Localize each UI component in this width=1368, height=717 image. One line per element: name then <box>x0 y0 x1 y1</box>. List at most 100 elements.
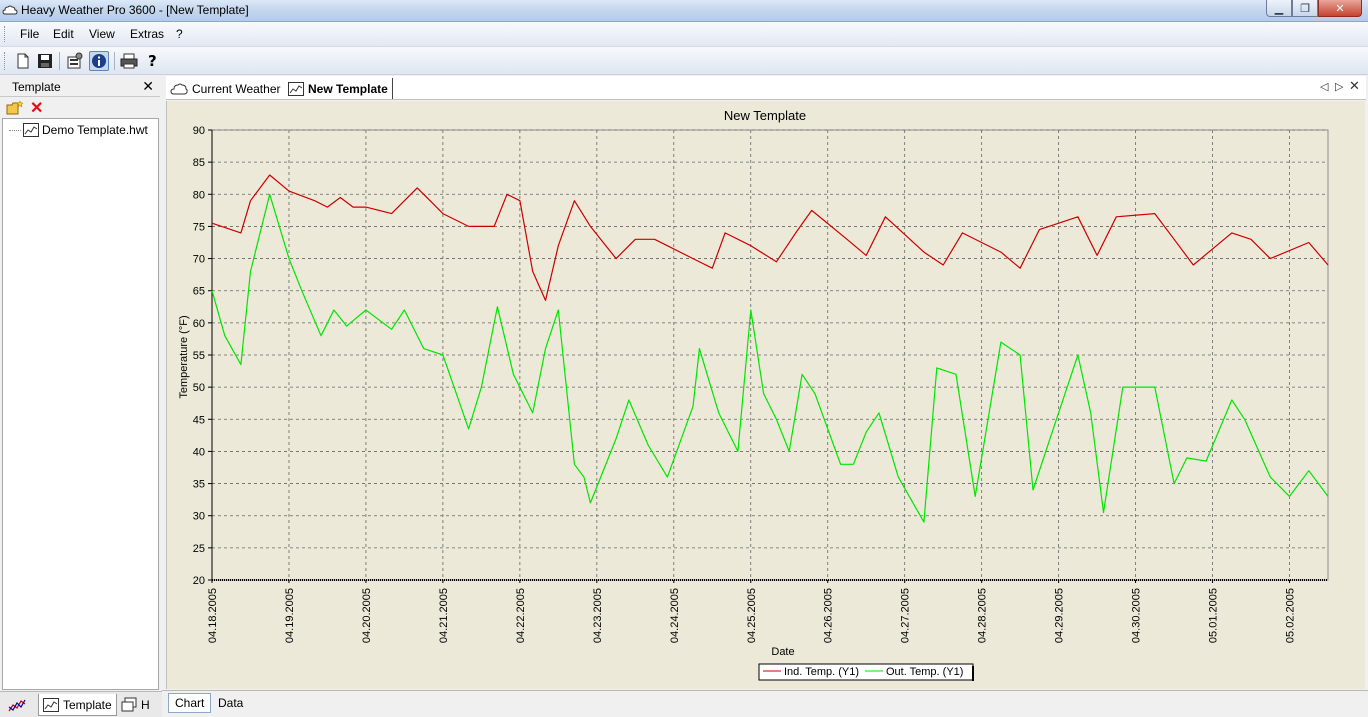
save-button[interactable] <box>35 51 55 71</box>
close-icon: ✕ <box>1335 2 1345 15</box>
menu-grip[interactable] <box>4 26 7 42</box>
new-file-icon <box>17 53 29 69</box>
toolbar-separator <box>59 52 60 70</box>
info-button[interactable] <box>89 51 109 71</box>
x-axis-label: Date <box>771 646 794 658</box>
y-tick-label: 30 <box>193 511 205 523</box>
tab-template-label: Template <box>63 697 112 712</box>
toolbar-separator <box>114 52 115 70</box>
chart-file-icon <box>23 123 39 137</box>
template-panel: Template ✕ ✕ Demo Template.hwt <box>0 76 160 690</box>
properties-icon <box>67 52 83 69</box>
x-tick-label: 04.26.2005 <box>823 588 835 643</box>
menu-file[interactable]: File <box>20 27 39 41</box>
template-panel-title: Template <box>12 80 61 94</box>
y-tick-label: 40 <box>193 446 205 458</box>
close-tab-icon[interactable]: ✕ <box>1349 78 1360 94</box>
x-tick-label: 04.27.2005 <box>900 588 912 643</box>
legend-shadow <box>972 666 974 681</box>
tab-chart[interactable]: Chart <box>168 693 212 713</box>
window-title: Heavy Weather Pro 3600 - [New Template] <box>21 3 249 17</box>
tab-scroll-right-icon[interactable]: ▷ <box>1335 80 1343 93</box>
menu-bar: File Edit View Extras ? <box>0 22 1368 47</box>
y-axis: 20 25 30 35 40 45 50 55 60 65 70 75 80 85 90 <box>193 125 213 587</box>
new-file-button[interactable] <box>13 51 33 71</box>
menu-view[interactable]: View <box>89 27 115 41</box>
template-panel-tools: ✕ <box>0 98 160 118</box>
chart-title: New Template <box>724 108 806 123</box>
legend-label-outdoor: Out. Temp. (Y1) <box>886 666 963 678</box>
x-axis: 04.18.2005 04.19.2005 04.20.2005 04.21.2005… <box>207 579 1328 643</box>
y-tick-label: 75 <box>193 221 205 233</box>
y-tick-label: 20 <box>193 575 205 587</box>
template-panel-header: Template ✕ <box>0 76 160 97</box>
save-icon <box>38 54 52 68</box>
chart-panel: New Template 20 25 30 35 40 45 50 55 60 65 70 75 80 8… <box>166 101 1365 689</box>
properties-button[interactable] <box>65 51 85 71</box>
folder-new-icon <box>6 100 24 115</box>
menu-extras[interactable]: Extras <box>130 27 164 41</box>
legend: Ind. Temp. (Y1) Out. Temp. (Y1) <box>758 663 974 681</box>
x-tick-label: 04.28.2005 <box>977 588 989 643</box>
y-tick-label: 50 <box>193 382 205 394</box>
svg-text:?: ? <box>148 52 157 70</box>
x-tick-label: 04.23.2005 <box>592 588 604 643</box>
tab-history[interactable]: H <box>116 694 154 716</box>
y-tick-label: 65 <box>193 286 205 298</box>
chart-doc-icon <box>288 81 304 96</box>
grid <box>211 129 1328 580</box>
tab-scroll-left-icon[interactable]: ◁ <box>1320 80 1328 93</box>
x-tick-label: 04.29.2005 <box>1054 588 1066 643</box>
left-bottom-tabbar: Template H <box>0 691 162 717</box>
tab-current-weather[interactable]: Current Weather <box>170 78 280 99</box>
x-tick-label: 04.18.2005 <box>207 588 219 643</box>
tab-current-weather-label: Current Weather <box>192 81 281 96</box>
help-question-icon: ? <box>148 52 157 70</box>
windows-tab-icon <box>121 697 137 712</box>
x-tick-label: 05.01.2005 <box>1208 588 1220 643</box>
tab-history-label: H <box>141 698 150 712</box>
y-tick-label: 35 <box>193 479 205 491</box>
tab-template[interactable]: Template <box>38 694 117 716</box>
minimize-button[interactable]: ▁ <box>1266 0 1292 17</box>
toolbar-grip[interactable] <box>4 52 7 70</box>
x-tick-label: 04.30.2005 <box>1131 588 1143 643</box>
minimize-icon: ▁ <box>1274 2 1284 15</box>
tab-new-template[interactable]: New Template <box>288 78 393 99</box>
temperature-chart: New Template 20 25 30 35 40 45 50 55 60 65 70 75 80 8… <box>178 108 1329 681</box>
x-tick-label: 05.02.2005 <box>1285 588 1297 643</box>
cloud-app-icon <box>2 3 18 19</box>
close-panel-icon[interactable]: ✕ <box>142 78 154 95</box>
legend-label-indoor: Ind. Temp. (Y1) <box>784 666 859 678</box>
menu-edit[interactable]: Edit <box>53 27 74 41</box>
x-tick-label: 04.19.2005 <box>284 588 296 643</box>
tab-explorer[interactable] <box>4 694 30 716</box>
document-tabbar: Current Weather New Template ◁ ▷ ✕ <box>166 76 1366 100</box>
menu-help[interactable]: ? <box>176 27 183 41</box>
delete-template-icon[interactable]: ✕ <box>30 98 43 118</box>
printer-icon <box>120 53 138 69</box>
y-tick-label: 60 <box>193 318 205 330</box>
y-tick-label: 25 <box>193 543 205 555</box>
chart-tab-icon <box>8 699 26 712</box>
close-window-button[interactable]: ✕ <box>1318 0 1362 17</box>
y-tick-label: 85 <box>193 157 205 169</box>
y-axis-label: Temperature (°F) <box>178 315 190 398</box>
restore-icon: ❐ <box>1300 2 1310 15</box>
tab-data[interactable]: Data <box>212 693 249 713</box>
print-button[interactable] <box>119 51 139 71</box>
y-tick-label: 90 <box>193 125 205 137</box>
tree-item-demo-template[interactable]: Demo Template.hwt <box>9 123 148 137</box>
restore-button[interactable]: ❐ <box>1292 0 1318 17</box>
template-tab-icon <box>43 697 59 712</box>
x-tick-label: 04.22.2005 <box>515 588 527 643</box>
tree-item-label: Demo Template.hwt <box>42 123 148 137</box>
y-tick-label: 80 <box>193 189 205 201</box>
view-tabbar: Chart Data <box>162 690 1368 717</box>
info-icon <box>92 54 106 68</box>
series-lines <box>211 174 1329 523</box>
new-template-button[interactable] <box>6 100 24 119</box>
help-button[interactable]: ? <box>143 51 163 71</box>
title-bar: Heavy Weather Pro 3600 - [New Template] … <box>0 0 1368 22</box>
toolbar: ? <box>0 47 1368 75</box>
